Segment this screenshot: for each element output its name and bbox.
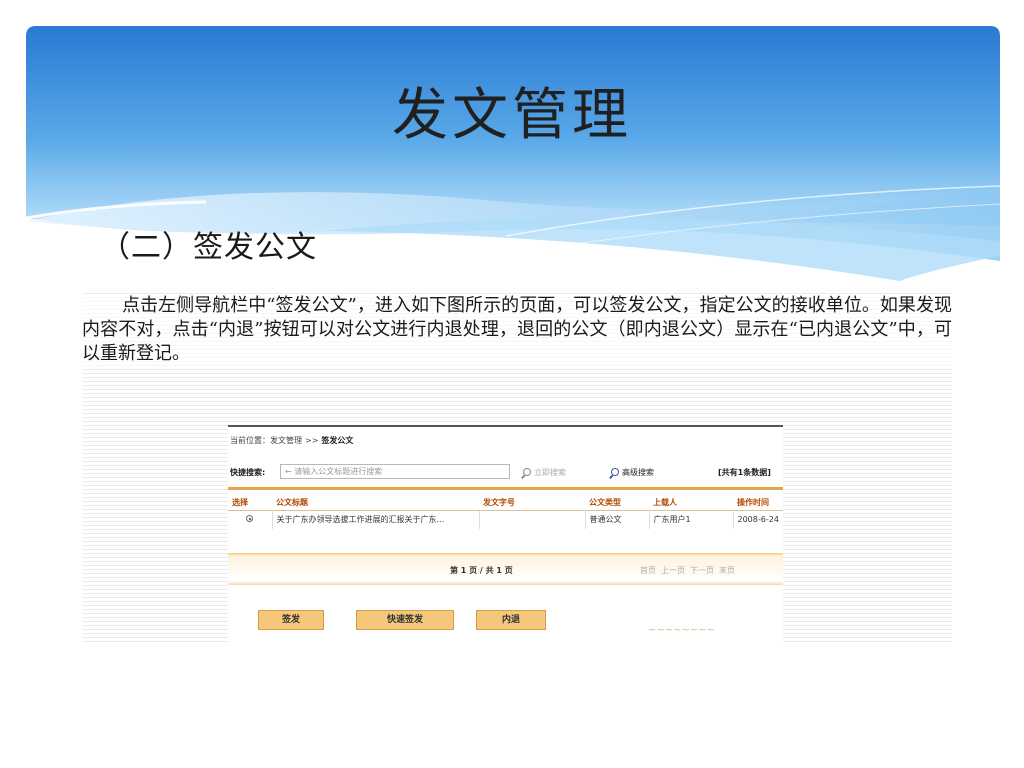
column-header-doc-number[interactable]: 发文字号 [479,495,585,511]
select-cell[interactable] [228,510,273,529]
quick-search-label: 快捷搜索: [230,468,266,477]
doc-number-cell [479,510,586,529]
column-header-select: 选择 [228,495,272,511]
pager-prev[interactable]: 上一页 [661,566,685,575]
uploader-cell: 广东用户1 [649,510,734,529]
time-cell: 2008-6-24 [737,515,779,525]
type-cell: 普通公文 [585,510,650,529]
decorative-ornament: ~~~~~~~~ [648,625,716,636]
return-button[interactable]: 内退 [476,610,546,630]
table-header-row: 选择 公文标题 发文字号 公文类型 上载人 操作时间 [228,495,783,511]
sign-button[interactable]: 签发 [258,610,324,630]
pager-links: 首页 上一页 下一页 末页 [640,565,740,576]
title-cell[interactable]: 关于广东办领导选拔工作进展的汇报关于广东... [272,510,480,529]
fast-sign-button[interactable]: 快速签发 [356,610,454,630]
advanced-search-button[interactable]: 高级搜索 [611,467,654,478]
search-input[interactable]: ← 请输入公文标题进行搜索 [280,464,510,479]
column-header-type[interactable]: 公文类型 [585,495,649,511]
breadcrumb-parent[interactable]: 发文管理 [270,436,302,445]
advanced-search-label: 高级搜索 [622,468,654,477]
breadcrumb-separator: >> [305,436,319,445]
column-header-uploader[interactable]: 上载人 [649,495,733,511]
app-screenshot: 当前位置：发文管理 >> 签发公文 快捷搜索: ← 请输入公文标题进行搜索 立即搜索… [228,425,783,642]
search-icon [611,468,619,476]
immediate-search-button[interactable]: 立即搜索 [523,467,566,478]
breadcrumb: 当前位置：发文管理 >> 签发公文 [230,435,353,446]
slide-title: 发文管理 [392,83,632,148]
immediate-search-label: 立即搜索 [534,468,566,477]
pager-last[interactable]: 末页 [719,566,735,575]
slide-subtitle: （二）签发公文 [100,230,317,265]
table-row[interactable]: 关于广东办领导选拔工作进展的汇报关于广东... 普通公文 广东用户1 2008-… [228,510,783,529]
row-radio[interactable] [246,515,254,523]
pager-summary: 第 1 页 / 共 1 页 [450,566,513,575]
column-header-title[interactable]: 公文标题 [272,495,479,511]
pager-next[interactable]: 下一页 [690,566,714,575]
record-count: [共有1条数据] [718,468,771,477]
breadcrumb-label: 当前位置： [230,436,270,445]
orange-divider [228,487,783,490]
breadcrumb-current: 签发公文 [321,436,354,445]
top-divider [228,425,783,427]
instruction-paragraph: 点击左侧导航栏中“签发公文”，进入如下图所示的页面，可以签发公文，指定公文的接收… [82,294,952,366]
column-header-time[interactable]: 操作时间 [733,495,783,511]
search-icon [523,468,531,476]
pager-first[interactable]: 首页 [640,566,656,575]
document-table: 选择 公文标题 发文字号 公文类型 上载人 操作时间 关于广东办领导选拔工作进展… [228,495,783,529]
